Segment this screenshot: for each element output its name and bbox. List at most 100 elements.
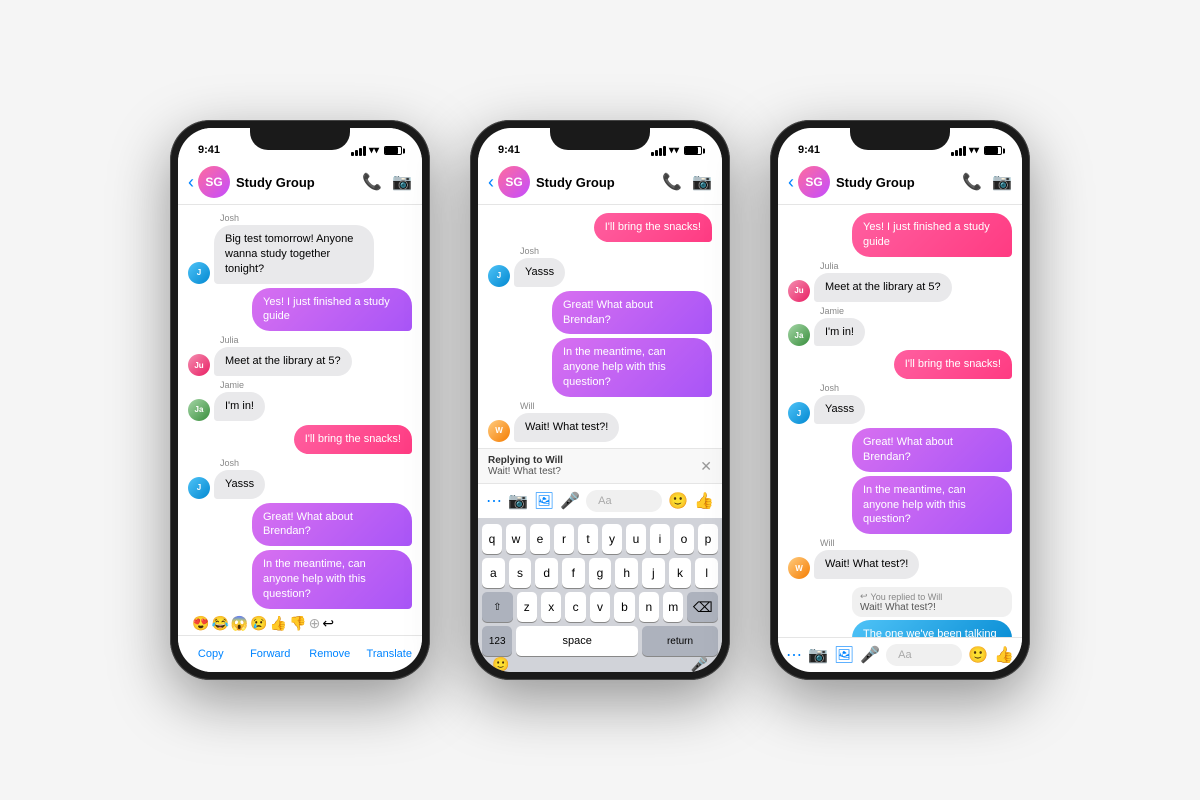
chat-name-3: Study Group [836,175,962,190]
key-delete[interactable]: ⌫ [687,592,718,622]
key-q[interactable]: q [482,524,502,554]
list-item: Great! What about Brendan? [788,428,1012,472]
key-n[interactable]: n [639,592,659,622]
key-j[interactable]: j [642,558,665,588]
messages-area-2: I'll bring the snacks! Josh J Yasss Grea… [478,205,722,448]
key-d[interactable]: d [535,558,558,588]
video-icon-2[interactable]: 📷 [692,172,712,192]
key-c[interactable]: c [565,592,585,622]
group-avatar-3: SG [798,166,830,198]
key-g[interactable]: g [589,558,612,588]
back-button-3[interactable]: ‹ [788,172,794,193]
key-t[interactable]: t [578,524,598,554]
message-bubble: I'll bring the snacks! [894,350,1012,379]
key-l[interactable]: l [695,558,718,588]
bubble-row: In the meantime, can anyone help with th… [188,550,412,609]
list-item: Great! What about Brendan? [488,291,712,335]
apps-icon-2[interactable]: ⋯ [486,491,502,511]
list-item: Great! What about Brendan? [188,503,412,547]
key-x[interactable]: x [541,592,561,622]
reaction-emoji[interactable]: 👍 [270,615,287,632]
list-item: Yes! I just finished a study guide [188,288,412,332]
key-a[interactable]: a [482,558,505,588]
key-f[interactable]: f [562,558,585,588]
message-input-2[interactable]: Aa [586,490,662,512]
camera-icon-3[interactable]: 📷 [808,645,828,665]
reply-icon[interactable]: ↩ [322,615,334,632]
camera-icon-2[interactable]: 📷 [508,491,528,511]
reaction-emoji[interactable]: 😍 [192,615,209,632]
reply-quote-text: Wait! What test? [488,466,563,477]
key-b[interactable]: b [614,592,634,622]
call-icon-2[interactable]: 📞 [662,172,682,192]
input-placeholder-3: Aa [898,649,911,661]
reactions-row[interactable]: 😍 😂 😱 😢 👍 👎 ⊕ ↩ [188,613,412,634]
key-123[interactable]: 123 [482,626,512,656]
back-button-1[interactable]: ‹ [188,172,194,193]
mic-icon-2[interactable]: 🎤 [560,491,580,511]
sender-label: Julia [220,335,412,345]
reaction-emoji[interactable]: 😱 [231,615,248,632]
key-e[interactable]: e [530,524,550,554]
phone-1: 9:41 ▾▾ ‹ SG Study Group [170,120,430,680]
translate-button[interactable]: Translate [361,644,419,664]
list-item: Josh J Yasss [788,383,1012,424]
reaction-emoji[interactable]: 😢 [250,615,267,632]
like-icon-2[interactable]: 👍 [694,491,714,511]
avatar: J [788,402,810,424]
like-icon-3[interactable]: 👍 [994,645,1014,665]
remove-button[interactable]: Remove [301,644,359,664]
notch-2 [550,128,650,150]
list-item: Julia Ju Meet at the library at 5? [788,261,1012,302]
call-icon-3[interactable]: 📞 [962,172,982,192]
image-icon-3[interactable]: 🖼 [834,645,854,665]
sender-label: Jamie [820,306,1012,316]
key-u[interactable]: u [626,524,646,554]
key-s[interactable]: s [509,558,532,588]
sender-label: Will [820,538,1012,548]
avatar: J [188,262,210,284]
copy-button[interactable]: Copy [182,644,240,664]
emoji-icon-2[interactable]: 🙂 [668,491,688,511]
key-h[interactable]: h [615,558,638,588]
bubble-row: Ja I'm in! [788,318,1012,347]
reply-quote-label: You replied to Will [871,592,943,602]
forward-button[interactable]: Forward [242,644,300,664]
close-reply-button[interactable]: ✕ [700,458,712,475]
more-reactions-icon[interactable]: ⊕ [309,615,321,632]
key-v[interactable]: v [590,592,610,622]
video-icon-1[interactable]: 📷 [392,172,412,192]
key-r[interactable]: r [554,524,574,554]
key-m[interactable]: m [663,592,683,622]
key-y[interactable]: y [602,524,622,554]
key-k[interactable]: k [669,558,692,588]
message-bubble: Yasss [514,258,565,287]
message-bubble: Meet at the library at 5? [214,347,352,376]
emoji-icon-3[interactable]: 🙂 [968,645,988,665]
emoji-keyboard-icon[interactable]: 🙂 [492,656,509,673]
mic-icon-3[interactable]: 🎤 [860,645,880,665]
key-w[interactable]: w [506,524,526,554]
image-icon-2[interactable]: 🖼 [534,491,554,511]
bubble-row: Ja I'm in! [188,392,412,421]
wifi-icon-2: ▾▾ [669,145,679,156]
video-icon-3[interactable]: 📷 [992,172,1012,192]
key-p[interactable]: p [698,524,718,554]
message-input-3[interactable]: Aa [886,644,962,666]
key-o[interactable]: o [674,524,694,554]
reply-bar: Replying to Will Wait! What test? ✕ [478,448,722,483]
apps-icon-3[interactable]: ⋯ [786,645,802,665]
back-button-2[interactable]: ‹ [488,172,494,193]
key-i[interactable]: i [650,524,670,554]
bubble-row: In the meantime, can anyone help with th… [488,338,712,397]
reaction-emoji[interactable]: 😂 [211,615,228,632]
key-space[interactable]: space [516,626,638,656]
chat-header-1: ‹ SG Study Group 📞 📷 [178,160,422,205]
message-bubble: Great! What about Brendan? [852,428,1012,472]
key-shift[interactable]: ⇧ [482,592,513,622]
key-return[interactable]: return [642,626,718,656]
mic-keyboard-icon[interactable]: 🎤 [691,656,708,673]
key-z[interactable]: z [517,592,537,622]
reaction-emoji[interactable]: 👎 [289,615,306,632]
call-icon-1[interactable]: 📞 [362,172,382,192]
